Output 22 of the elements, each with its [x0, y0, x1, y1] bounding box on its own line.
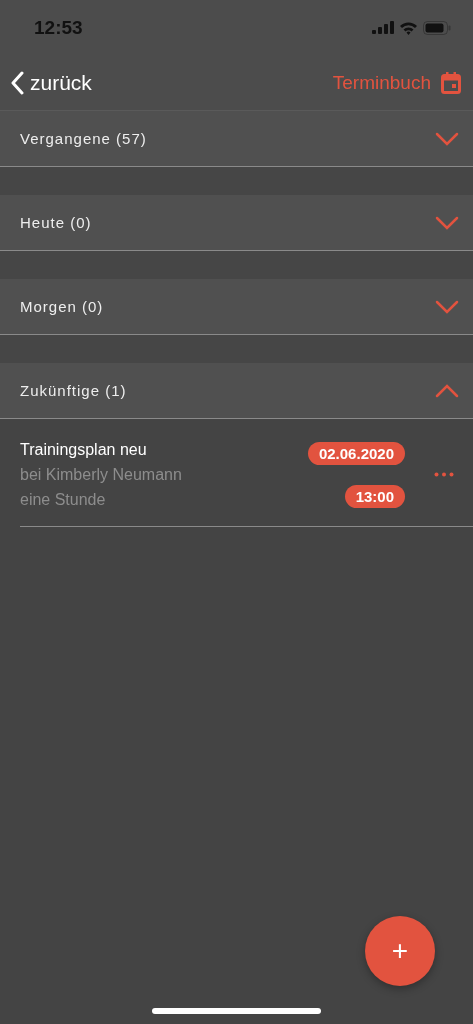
trainer-name: bei Kimberly Neumann	[20, 465, 183, 485]
back-button[interactable]: zurück	[10, 70, 92, 95]
battery-icon	[423, 20, 451, 35]
section-header[interactable]: Zukünftige (1)	[0, 363, 473, 419]
time-badge: 13:00	[344, 484, 405, 508]
section-header[interactable]: Heute (0)	[0, 195, 473, 251]
section-header[interactable]: Vergangene (57)	[0, 111, 473, 167]
wifi-icon	[399, 20, 418, 35]
section-header[interactable]: Morgen (0)	[0, 279, 473, 335]
appointment-title: Trainingsplan neu	[20, 440, 148, 460]
date-badge: 02.06.2020	[307, 441, 405, 465]
chevron-left-icon	[10, 70, 24, 95]
appointment-duration: eine Stunde	[20, 490, 107, 510]
status-time: 12:53	[34, 16, 83, 39]
signal-icon	[372, 21, 394, 34]
add-button[interactable]: +	[365, 916, 435, 986]
calendar-icon	[441, 71, 461, 94]
chevron-down-icon	[435, 131, 459, 146]
chevron-down-icon	[435, 215, 459, 230]
chevron-down-icon	[435, 299, 459, 314]
more-icon[interactable]	[434, 472, 454, 477]
chevron-up-icon	[435, 383, 459, 398]
